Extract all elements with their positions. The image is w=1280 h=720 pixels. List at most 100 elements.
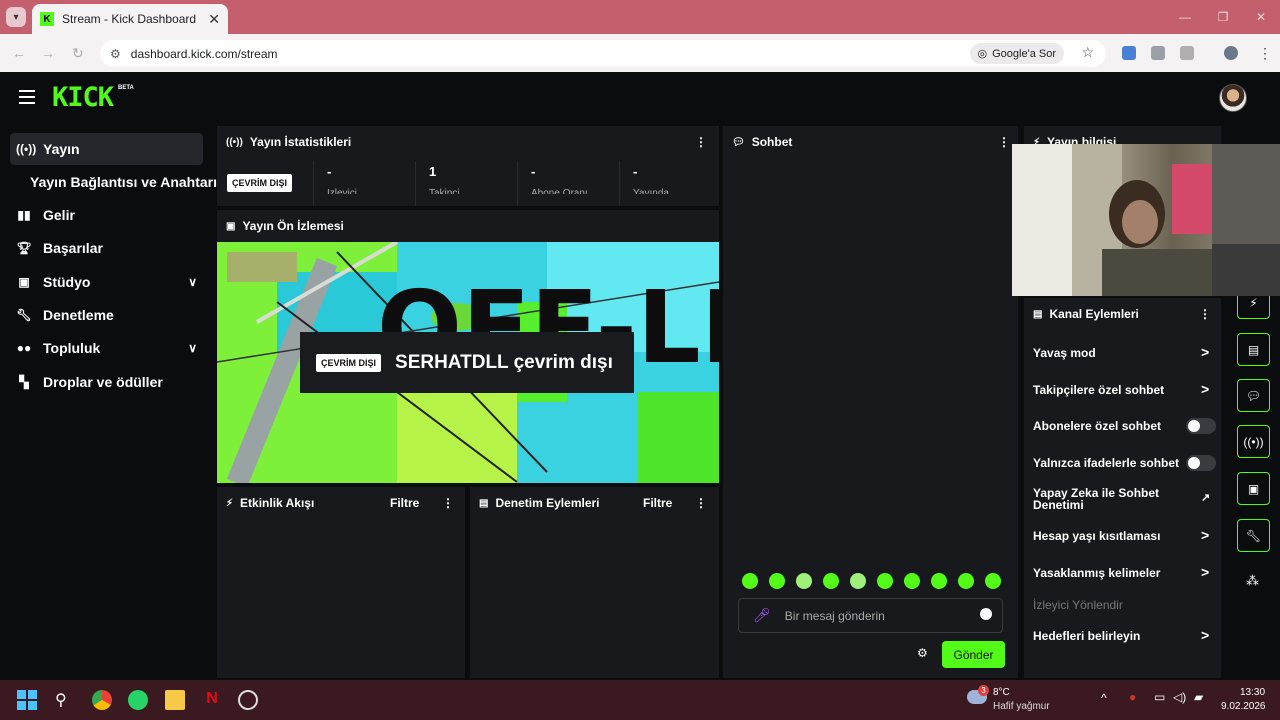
ai-moderation-item[interactable]: Yapay Zeka ile Sohbet Denetimi (1033, 487, 1183, 511)
more-options-icon[interactable]: ⋮ (695, 496, 707, 510)
browser-tab[interactable]: K Stream - Kick Dashboard ✕ (32, 4, 228, 34)
back-icon[interactable]: ← (12, 45, 26, 61)
extension-translate-icon[interactable] (1122, 46, 1136, 60)
forward-icon[interactable]: → (41, 45, 55, 61)
moderation-actions-panel: ▤ Denetim Eylemleri Filtre ⋮ (470, 487, 719, 678)
more-options-icon[interactable]: ⋮ (695, 135, 707, 149)
external-link-icon[interactable]: ↗ (1201, 491, 1210, 504)
site-info-icon[interactable]: ⚙ (110, 47, 121, 61)
more-options-icon[interactable]: ⋮ (998, 135, 1010, 149)
emote-1[interactable] (742, 573, 758, 589)
close-tab-icon[interactable]: ✕ (208, 11, 220, 28)
sidebar-item-basarilar[interactable]: 🏆︎ Başarılar (10, 232, 203, 264)
bookmark-star-icon[interactable]: ☆ (1081, 44, 1094, 61)
panel-title: ▣ Yayın Ön İzlemesi (226, 219, 344, 233)
search-icon[interactable]: ⚲ (55, 690, 75, 710)
set-targets-item[interactable]: Hedefleri belirleyin (1033, 629, 1140, 643)
windows-start-icon[interactable] (17, 690, 37, 710)
banned-words-item[interactable]: Yasaklanmış kelimeler (1033, 566, 1160, 580)
tab-search-button[interactable]: ▾ (6, 7, 26, 27)
clock-time[interactable]: 13:30 (1240, 687, 1265, 698)
whatsapp-icon[interactable] (128, 690, 148, 710)
chevron-down-icon: ∨ (188, 275, 197, 289)
chevron-right-icon[interactable]: > (1201, 527, 1209, 543)
minimize-button[interactable]: — (1166, 0, 1204, 34)
chevron-up-icon[interactable]: ^ (1101, 691, 1107, 705)
emoji-icon[interactable] (980, 608, 992, 620)
netflix-icon[interactable]: N (202, 690, 222, 710)
chevron-right-icon[interactable]: > (1201, 344, 1209, 360)
kick-favicon: K (40, 12, 54, 26)
add-widget-icon[interactable]: ⁂ (1246, 573, 1259, 589)
chevron-right-icon[interactable]: > (1201, 381, 1209, 397)
lens-icon: ◎ (977, 48, 988, 60)
battery-icon[interactable]: ▰ (1194, 690, 1203, 704)
more-options-icon[interactable]: ⋮ (442, 496, 454, 510)
chat-settings-gear-icon[interactable]: ⚙ (917, 646, 928, 660)
chrome-icon[interactable] (92, 690, 112, 710)
rail-chat-button[interactable]: 💬︎ (1237, 379, 1270, 412)
browser-tab-bar: ▾ K Stream - Kick Dashboard ✕ — ❐ ✕ (0, 0, 1280, 34)
kick-logo[interactable]: KICK (52, 84, 114, 112)
kick-header (0, 72, 1280, 124)
offline-overlay: ÇEVRİM DIŞI SERHATDLL çevrim dışı (300, 332, 634, 393)
chevron-right-icon[interactable]: > (1201, 627, 1209, 643)
emote-3[interactable] (796, 573, 812, 589)
followers-only-item[interactable]: Takipçilere özel sohbet (1033, 383, 1164, 397)
sidebar-item-denetleme[interactable]: 🔧︎ Denetleme (10, 299, 203, 331)
emote-10[interactable] (985, 573, 1001, 589)
emote-2[interactable] (769, 573, 785, 589)
trophy-icon: 🏆︎ (16, 241, 32, 255)
emotes-only-toggle[interactable] (1186, 455, 1216, 471)
rail-broadcast-button[interactable]: ((•)) (1237, 425, 1270, 458)
clock-date[interactable]: 9.02.2026 (1221, 701, 1266, 712)
browser-menu-icon[interactable]: ⋮ (1258, 45, 1272, 62)
maximize-button[interactable]: ❐ (1204, 0, 1242, 34)
obs-icon[interactable] (238, 690, 258, 710)
chat-icon: 💬︎ (1245, 388, 1262, 403)
emote-5[interactable] (850, 573, 866, 589)
extension-shield-icon[interactable] (1151, 46, 1165, 60)
sidebar-item-yayin[interactable]: ((•)) Yayın (10, 133, 203, 165)
file-explorer-icon[interactable] (165, 690, 185, 710)
sidebar-item-droplar[interactable]: ▚ Droplar ve ödüller (10, 366, 203, 398)
rail-notes-button[interactable]: ▤ (1237, 333, 1270, 366)
emote-9[interactable] (958, 573, 974, 589)
sidebar-item-studyo[interactable]: ▣ Stüdyo ∨ (10, 266, 203, 298)
emote-4[interactable] (823, 573, 839, 589)
slow-mode-item[interactable]: Yavaş mod (1033, 346, 1096, 360)
microphone-icon[interactable]: 🎤︎ (753, 607, 771, 624)
sidebar-item-gelir[interactable]: ▮▮ Gelir (10, 199, 203, 231)
reload-icon[interactable]: ↻ (72, 45, 84, 62)
user-avatar[interactable] (1219, 84, 1247, 112)
channel-icon: ▣ (1247, 481, 1260, 496)
emote-8[interactable] (931, 573, 947, 589)
google-ask-button[interactable]: ◎ Google'a Sor (969, 43, 1064, 64)
address-bar[interactable]: ⚙ dashboard.kick.com/stream ◎ Google'a S… (100, 40, 1106, 67)
close-window-button[interactable]: ✕ (1242, 0, 1280, 34)
offline-status-text: SERHATDLL çevrim dışı (395, 351, 613, 373)
subscribers-only-item: Abonelere özel sohbet (1033, 419, 1162, 433)
emote-6[interactable] (877, 573, 893, 589)
chat-message-input[interactable]: 🎤︎ Bir mesaj gönderin (738, 598, 1003, 633)
chevron-right-icon[interactable]: > (1201, 564, 1209, 580)
network-icon[interactable]: ▭ (1154, 690, 1165, 704)
volume-icon[interactable]: ◁) (1173, 690, 1186, 704)
account-age-item[interactable]: Hesap yaşı kısıtlaması (1033, 529, 1160, 543)
app-tray-icon[interactable]: ● (1129, 690, 1136, 704)
broadcast-icon: ((•)) (1243, 434, 1264, 449)
sidebar-item-stream-key[interactable]: Yayın Bağlantısı ve Anahtarı (24, 166, 217, 198)
send-button[interactable]: Gönder (942, 641, 1005, 668)
rail-channel-button[interactable]: ▣ (1237, 472, 1270, 505)
more-options-icon[interactable]: ⋮ (1199, 307, 1211, 321)
extensions-puzzle-icon[interactable] (1180, 46, 1194, 60)
sidebar-item-topluluk[interactable]: ●● Topluluk ∨ (10, 332, 203, 364)
activity-filter-button[interactable]: Filtre (390, 496, 419, 510)
emote-7[interactable] (904, 573, 920, 589)
windows-taskbar (0, 680, 1280, 720)
menu-icon[interactable] (19, 90, 35, 104)
rail-wrench-button[interactable]: 🔧︎ (1237, 519, 1270, 552)
moderation-filter-button[interactable]: Filtre (643, 496, 672, 510)
subscribers-only-toggle[interactable] (1186, 418, 1216, 434)
profile-icon[interactable] (1224, 46, 1238, 60)
